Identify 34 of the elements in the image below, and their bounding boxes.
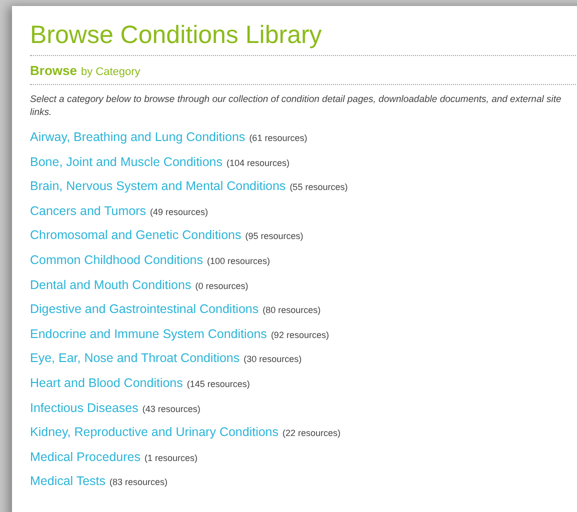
category-link[interactable]: Digestive and Gastrointestinal Conditions <box>30 300 259 319</box>
category-link[interactable]: Airway, Breathing and Lung Conditions <box>30 128 246 147</box>
resource-count: (55 resources) <box>290 181 348 194</box>
resource-count: (0 resources) <box>195 280 248 293</box>
category-link[interactable]: Cancers and Tumors <box>30 202 146 221</box>
category-link[interactable]: Heart and Blood Conditions <box>30 374 183 393</box>
category-link[interactable]: Chromosomal and Genetic Conditions <box>30 226 242 246</box>
resource-count: (61 resources) <box>249 132 308 145</box>
category-link[interactable]: Medical Procedures <box>30 448 140 466</box>
resource-count: (92 resources) <box>270 328 329 342</box>
category-link[interactable]: Dental and Mouth Conditions <box>30 276 192 294</box>
category-link[interactable]: Kidney, Reproductive and Urinary Conditions <box>30 423 279 442</box>
resource-count: (145 resources) <box>186 378 250 391</box>
resource-count: (30 resources) <box>244 353 302 366</box>
intro-text: Select a category below to browse through our collection of condition detail pages, downloadable documents, and external site links. <box>30 93 562 119</box>
resource-count: (1 resources) <box>144 452 198 465</box>
category-link[interactable]: Brain, Nervous System and Mental Conditions <box>30 177 286 196</box>
resource-count: (104 resources) <box>226 156 290 170</box>
category-link[interactable]: Infectious Diseases <box>30 398 138 418</box>
page-title: Browse Conditions Library <box>30 20 322 50</box>
subheading-bold: Browse <box>30 62 77 80</box>
resource-count: (49 resources) <box>150 206 208 219</box>
category-link[interactable]: Bone, Joint and Muscle Conditions <box>30 152 222 172</box>
resource-count: (22 resources) <box>282 427 341 440</box>
category-link[interactable]: Endocrine and Immune System Conditions <box>30 324 267 344</box>
category-link[interactable]: Medical Tests <box>30 472 106 492</box>
category-link[interactable]: Common Childhood Conditions <box>30 250 204 270</box>
resource-count: (43 resources) <box>142 402 200 416</box>
resource-count: (100 resources) <box>207 254 270 268</box>
resource-count: (95 resources) <box>245 230 304 244</box>
category-link[interactable]: Eye, Ear, Nose and Throat Conditions <box>30 349 240 368</box>
resource-count: (83 resources) <box>110 476 168 490</box>
resource-count: (80 resources) <box>262 304 321 318</box>
subheading-text: by Category <box>80 65 140 80</box>
